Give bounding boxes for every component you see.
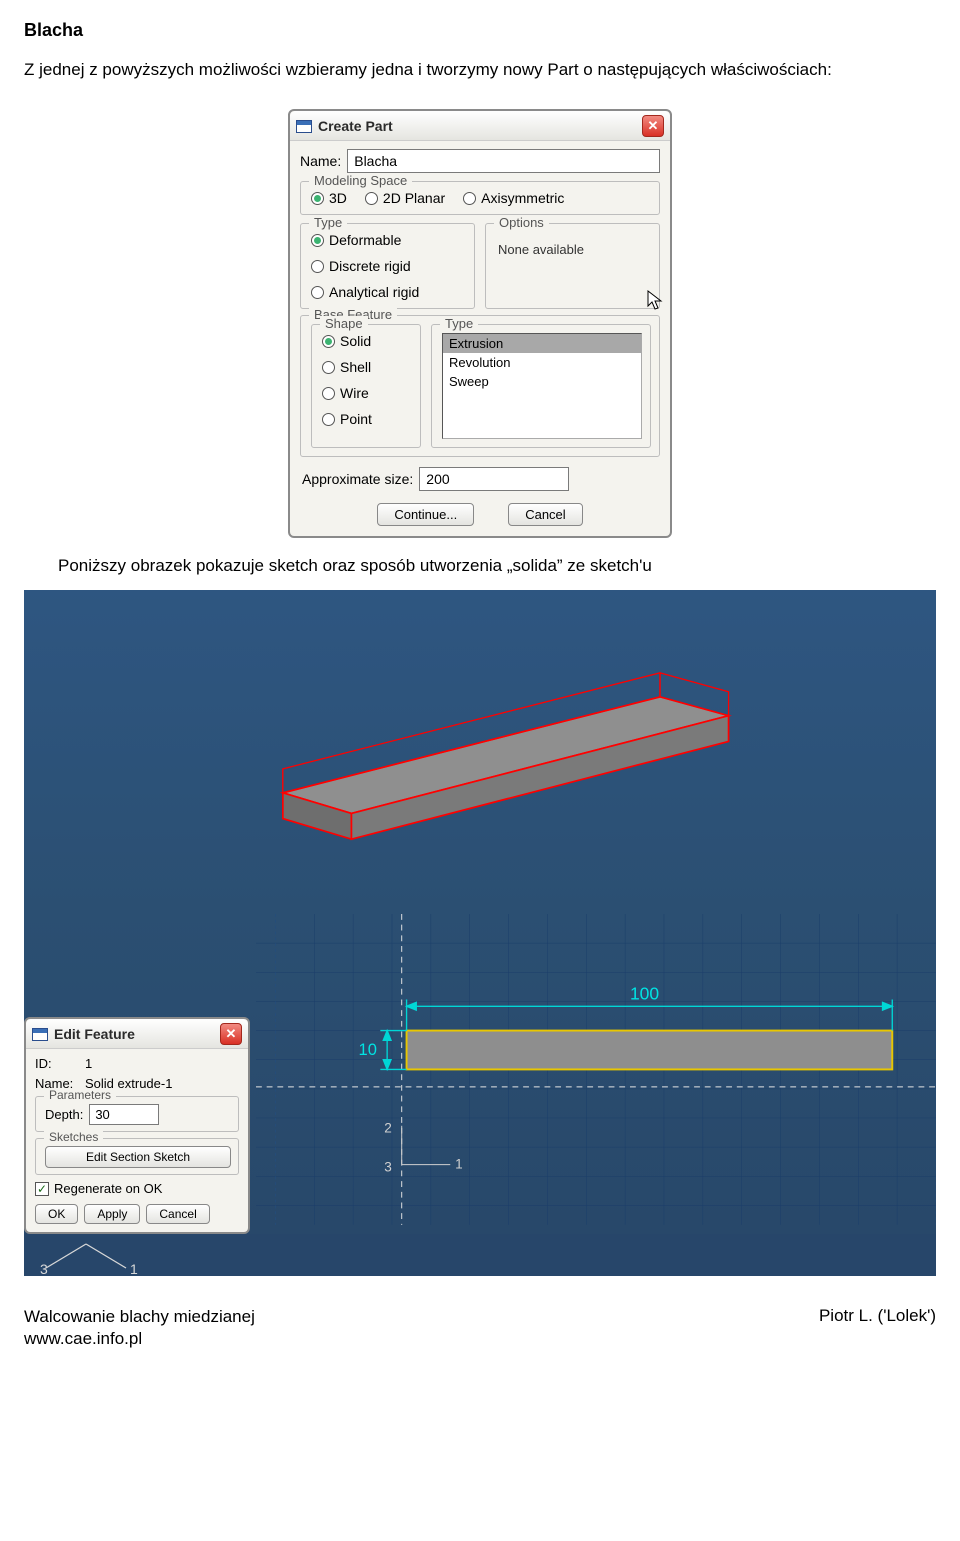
parameters-legend: Parameters: [44, 1088, 116, 1102]
options-none-text: None available: [496, 232, 651, 257]
cursor-icon: [646, 289, 664, 313]
approx-size-label: Approximate size:: [302, 471, 413, 487]
radio-analytical-rigid[interactable]: Analytical rigid: [311, 284, 466, 300]
modeling-space-legend: Modeling Space: [309, 173, 412, 188]
regenerate-label: Regenerate on OK: [54, 1181, 162, 1196]
cancel-button[interactable]: Cancel: [146, 1204, 209, 1224]
radio-dot-icon: [322, 413, 335, 426]
create-part-dialog: Create Part ✕ Name: Modeling Space 3D 2D…: [288, 109, 672, 538]
radio-dot-icon: [311, 286, 324, 299]
radio-dot-icon: [311, 192, 324, 205]
titlebar: Create Part ✕: [290, 111, 670, 141]
edit-section-sketch-button[interactable]: Edit Section Sketch: [45, 1146, 231, 1168]
radio-dot-icon: [463, 192, 476, 205]
modeling-space-group: Modeling Space 3D 2D Planar Axisymmetric: [300, 181, 660, 215]
close-icon[interactable]: ✕: [220, 1023, 242, 1045]
radio-2d-planar[interactable]: 2D Planar: [365, 190, 445, 206]
base-type-group: Type Extrusion Revolution Sweep: [431, 324, 651, 448]
radio-wire[interactable]: Wire: [322, 385, 412, 401]
titlebar: Edit Feature ✕: [26, 1019, 248, 1049]
window-icon: [296, 120, 312, 133]
radio-dot-icon: [322, 335, 335, 348]
type-group: Type Deformable Discrete rigid Analytica…: [300, 223, 475, 309]
parameters-group: Parameters Depth:: [35, 1096, 239, 1132]
name-label: Name:: [300, 153, 341, 169]
doc-para-1: Z jednej z powyższych możliwości wzbiera…: [24, 59, 936, 81]
radio-deformable[interactable]: Deformable: [311, 232, 466, 248]
radio-3d[interactable]: 3D: [311, 190, 347, 206]
id-value: 1: [85, 1056, 92, 1071]
radio-axisymmetric[interactable]: Axisymmetric: [463, 190, 564, 206]
axis-tick: 2: [384, 1121, 392, 1136]
dim-width: 100: [630, 984, 659, 1004]
dialog-title: Create Part: [318, 118, 393, 134]
doc-title: Blacha: [24, 20, 936, 41]
list-item[interactable]: Sweep: [443, 372, 641, 391]
continue-button[interactable]: Continue...: [377, 503, 474, 526]
dialog-title: Edit Feature: [54, 1026, 135, 1042]
base-feature-group: Base Feature Shape Solid Shell Wire Poin…: [300, 315, 660, 457]
close-icon[interactable]: ✕: [642, 115, 664, 137]
radio-shell[interactable]: Shell: [322, 359, 412, 375]
footer-link[interactable]: www.cae.info.pl: [24, 1329, 142, 1348]
doc-para-2: Poniższy obrazek pokazuje sketch oraz sp…: [58, 556, 936, 576]
extruded-solid-icon: [180, 650, 780, 850]
options-group: Options None available: [485, 223, 660, 309]
cancel-button[interactable]: Cancel: [508, 503, 582, 526]
sketch-canvas: 100 10 2 3 1: [256, 914, 936, 1234]
svg-text:1: 1: [130, 1261, 138, 1276]
page-footer: Walcowanie blachy miedzianej www.cae.inf…: [24, 1306, 936, 1350]
sketches-group: Sketches Edit Section Sketch: [35, 1138, 239, 1175]
depth-label: Depth:: [45, 1107, 83, 1122]
sketches-legend: Sketches: [44, 1130, 103, 1144]
depth-input[interactable]: [89, 1104, 159, 1125]
type-legend: Type: [309, 215, 347, 230]
footer-line-1: Walcowanie blachy miedzianej: [24, 1306, 255, 1328]
list-item[interactable]: Extrusion: [443, 334, 641, 353]
shape-group: Shape Solid Shell Wire Point: [311, 324, 421, 448]
base-type-listbox[interactable]: Extrusion Revolution Sweep: [442, 333, 642, 439]
radio-point[interactable]: Point: [322, 411, 412, 427]
edit-feature-dialog: Edit Feature ✕ ID:1 Name:Solid extrude-1…: [24, 1017, 250, 1234]
radio-dot-icon: [322, 361, 335, 374]
footer-author: Piotr L. ('Lolek'): [819, 1306, 936, 1350]
base-type-legend: Type: [440, 316, 478, 331]
radio-solid[interactable]: Solid: [322, 333, 412, 349]
radio-discrete-rigid[interactable]: Discrete rigid: [311, 258, 466, 274]
apply-button[interactable]: Apply: [84, 1204, 140, 1224]
radio-dot-icon: [311, 260, 324, 273]
name-input[interactable]: [347, 149, 660, 173]
approx-size-input[interactable]: [419, 467, 569, 491]
axis-tick: 3: [384, 1160, 392, 1175]
solid-preview: [24, 590, 936, 910]
radio-dot-icon: [311, 234, 324, 247]
regenerate-checkbox[interactable]: ✓: [35, 1182, 49, 1196]
view-triad-icon: 3 1: [26, 1234, 186, 1276]
window-icon: [32, 1028, 48, 1041]
options-legend: Options: [494, 215, 549, 230]
id-label: ID:: [35, 1056, 79, 1071]
ok-button[interactable]: OK: [35, 1204, 78, 1224]
svg-text:3: 3: [40, 1261, 48, 1276]
shape-legend: Shape: [320, 316, 368, 331]
axis-tick: 1: [455, 1157, 463, 1172]
list-item[interactable]: Revolution: [443, 353, 641, 372]
dim-height: 10: [359, 1041, 377, 1059]
radio-dot-icon: [365, 192, 378, 205]
radio-dot-icon: [322, 387, 335, 400]
